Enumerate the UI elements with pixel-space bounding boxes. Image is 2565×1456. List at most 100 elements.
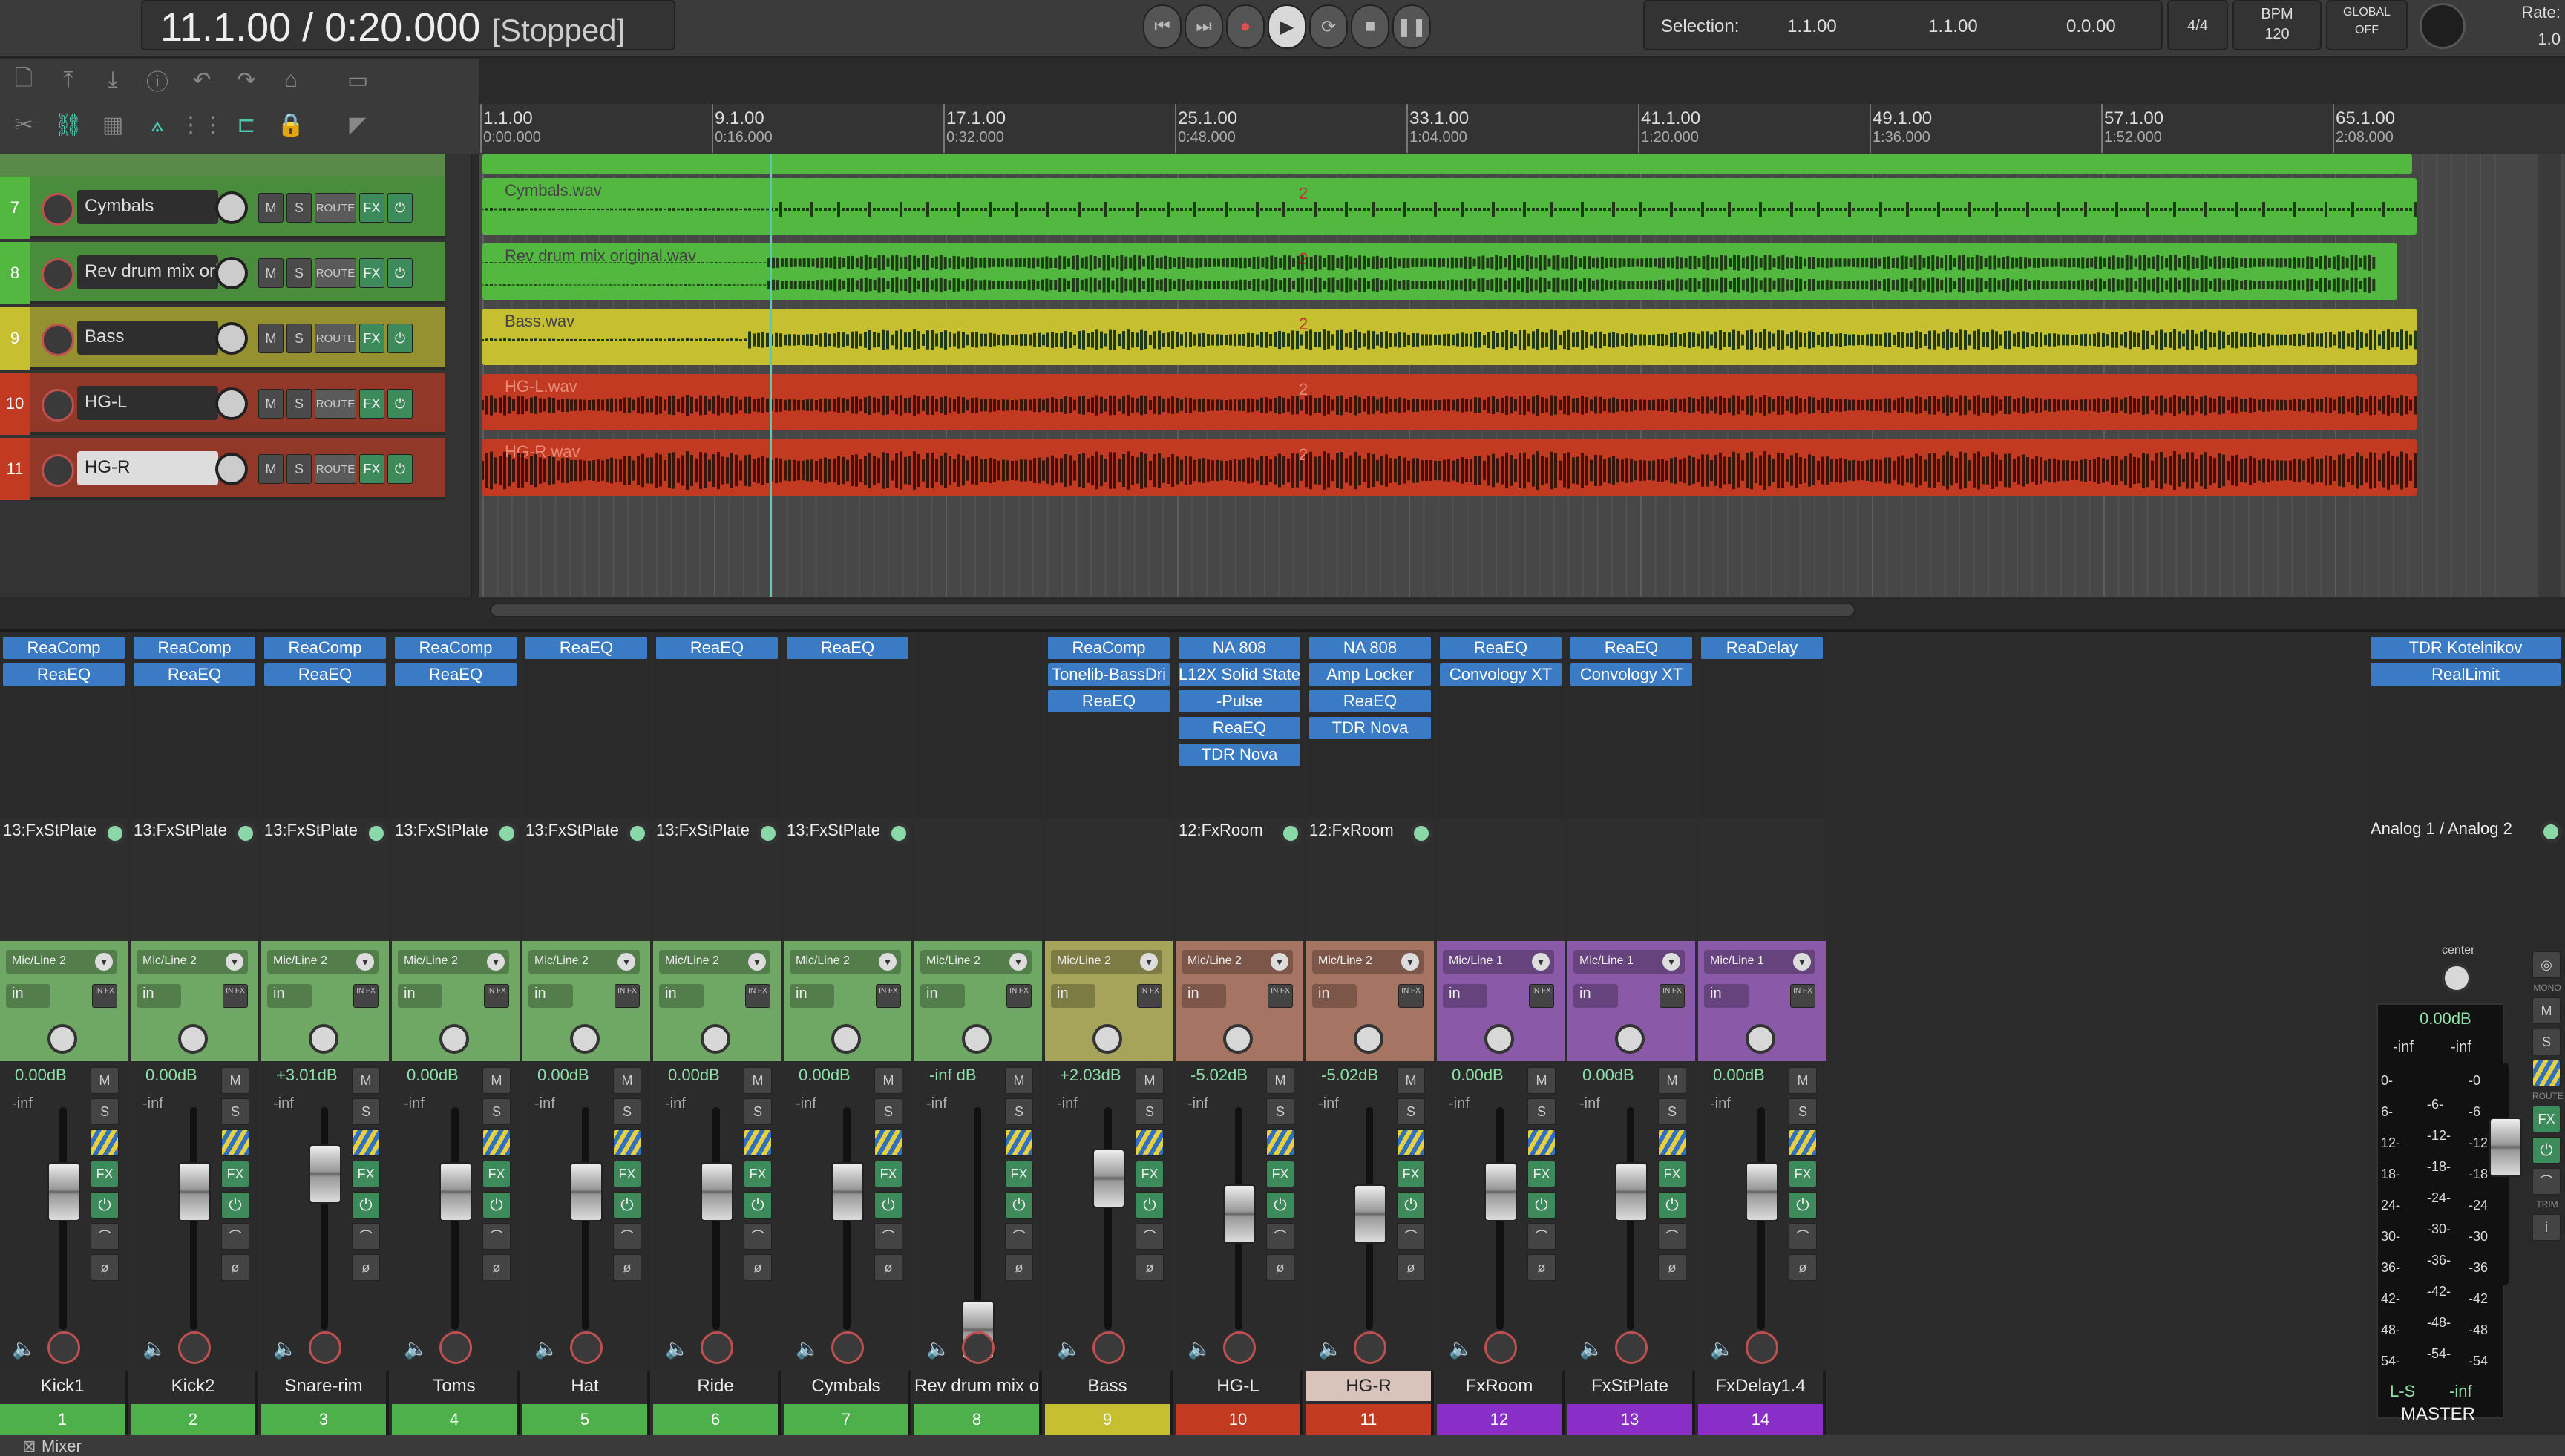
pan-knob[interactable] bbox=[962, 1024, 992, 1054]
solo-button[interactable]: S bbox=[1397, 1098, 1425, 1125]
master-fader[interactable] bbox=[2489, 1118, 2522, 1177]
envelope-icon[interactable]: ⌒ bbox=[1397, 1223, 1425, 1250]
send-level-knob[interactable] bbox=[626, 822, 649, 845]
master-pan-knob[interactable] bbox=[2442, 963, 2471, 993]
master-fx-slot[interactable]: TDR Kotelnikov bbox=[2371, 637, 2561, 659]
mute-button[interactable]: M bbox=[1658, 1067, 1686, 1094]
volume-readout[interactable]: 0.00dB bbox=[1713, 1066, 1765, 1085]
volume-fader[interactable] bbox=[48, 1162, 80, 1221]
record-arm-button[interactable] bbox=[1746, 1331, 1778, 1364]
phase-invert-icon[interactable]: ø bbox=[613, 1254, 641, 1281]
phase-invert-icon[interactable]: ø bbox=[221, 1254, 249, 1281]
volume-fader[interactable] bbox=[309, 1144, 341, 1204]
input-select[interactable]: Mic/Line 1 ▾ bbox=[1704, 950, 1815, 974]
strip-number[interactable]: 3 bbox=[261, 1404, 386, 1435]
speaker-icon[interactable]: 🔈 bbox=[1318, 1337, 1342, 1360]
volume-fader[interactable] bbox=[1615, 1162, 1648, 1221]
route-button[interactable] bbox=[1266, 1129, 1294, 1156]
speaker-icon[interactable]: 🔈 bbox=[534, 1337, 558, 1360]
track-row[interactable]: 8 Rev drum mix ori M S ROUTE FX ⏻ bbox=[0, 242, 445, 304]
route-button[interactable]: ROUTE bbox=[315, 258, 356, 288]
mute-button[interactable]: M bbox=[744, 1067, 772, 1094]
pan-knob[interactable] bbox=[831, 1024, 861, 1054]
fx-slot[interactable]: TDR Nova bbox=[1179, 744, 1300, 766]
volume-readout[interactable]: 0.00dB bbox=[1582, 1066, 1634, 1085]
speaker-icon[interactable]: 🔈 bbox=[1188, 1337, 1211, 1360]
fx-button[interactable]: FX bbox=[359, 193, 384, 223]
fx-bypass-button[interactable]: ⏻ bbox=[482, 1192, 511, 1219]
master-mute-button[interactable]: M bbox=[2532, 997, 2561, 1024]
fx-chain-area[interactable] bbox=[784, 632, 911, 818]
strip-name[interactable]: Rev drum mix o bbox=[914, 1371, 1039, 1401]
pan-knob[interactable] bbox=[1354, 1024, 1383, 1054]
fx-slot[interactable]: ReaEQ bbox=[1570, 637, 1692, 659]
fx-bypass-button[interactable]: ⏻ bbox=[1266, 1192, 1294, 1219]
route-button[interactable] bbox=[482, 1129, 511, 1156]
fx-slot[interactable]: NA 808 bbox=[1309, 637, 1431, 659]
fx-bypass-button[interactable]: ⏻ bbox=[874, 1192, 902, 1219]
item-grouping-icon[interactable]: ⛓ bbox=[52, 108, 85, 141]
master-fx-bypass-button[interactable]: ⏻ bbox=[2532, 1137, 2561, 1164]
pan-knob[interactable] bbox=[48, 1024, 77, 1054]
volume-fader[interactable] bbox=[178, 1162, 211, 1221]
save-project-icon[interactable]: ⤓ bbox=[96, 64, 129, 96]
fx-slot[interactable]: Tonelib-BassDri bbox=[1048, 663, 1170, 686]
mute-button[interactable]: M bbox=[1136, 1067, 1164, 1094]
strip-number[interactable]: 13 bbox=[1568, 1404, 1692, 1435]
record-arm-button[interactable] bbox=[42, 324, 74, 356]
strip-name[interactable]: Snare-rim bbox=[261, 1371, 386, 1401]
volume-readout[interactable]: 0.00dB bbox=[145, 1066, 197, 1085]
solo-button[interactable]: S bbox=[1658, 1098, 1686, 1125]
fx-slot[interactable]: ReaEQ bbox=[395, 663, 517, 686]
route-button[interactable] bbox=[1136, 1129, 1164, 1156]
sends-area[interactable] bbox=[1568, 818, 1695, 941]
envelope-icon[interactable]: ⌒ bbox=[1527, 1223, 1556, 1250]
strip-number[interactable]: 11 bbox=[1306, 1404, 1431, 1435]
fx-slot[interactable]: ReaEQ bbox=[1440, 637, 1562, 659]
track-row[interactable]: 11 HG-R M S ROUTE FX ⏻ bbox=[0, 438, 445, 500]
input-monitor-button[interactable]: in bbox=[6, 984, 50, 1008]
route-button[interactable] bbox=[352, 1129, 380, 1156]
input-fx-button[interactable]: IN FX bbox=[92, 984, 117, 1008]
fx-slot[interactable]: ReaEQ bbox=[525, 637, 647, 659]
media-item[interactable]: Bass.wav 2 bbox=[482, 309, 2417, 365]
fx-bypass-button[interactable]: ⏻ bbox=[387, 454, 413, 484]
master-fx-slot[interactable]: RealLimit bbox=[2371, 663, 2561, 686]
volume-readout[interactable]: -inf dB bbox=[929, 1066, 977, 1085]
record-arm-button[interactable] bbox=[42, 258, 74, 291]
fx-button[interactable]: FX bbox=[1658, 1161, 1686, 1187]
volume-readout[interactable]: 0.00dB bbox=[15, 1066, 67, 1085]
fx-chain-area[interactable] bbox=[1698, 632, 1826, 818]
fx-chain-area[interactable] bbox=[261, 632, 389, 818]
input-fx-button[interactable]: IN FX bbox=[484, 984, 509, 1008]
lock-icon[interactable]: 🔒 bbox=[275, 108, 307, 141]
fx-slot[interactable]: ReaComp bbox=[3, 637, 125, 659]
master-mono-icon[interactable]: ◎ bbox=[2532, 951, 2561, 978]
ripple-edit-icon[interactable]: ✂ bbox=[7, 108, 40, 141]
strip-number[interactable]: 5 bbox=[522, 1404, 647, 1435]
send-level-knob[interactable] bbox=[496, 822, 518, 845]
pan-knob[interactable] bbox=[1615, 1024, 1645, 1054]
master-output-knob[interactable] bbox=[2540, 821, 2562, 843]
pause-button[interactable]: ❚❚ bbox=[1392, 4, 1431, 49]
track-volume-knob[interactable] bbox=[215, 387, 248, 420]
route-button[interactable] bbox=[1005, 1129, 1033, 1156]
pan-knob[interactable] bbox=[439, 1024, 469, 1054]
speaker-icon[interactable]: 🔈 bbox=[12, 1337, 36, 1360]
envelope-icon[interactable]: ⌒ bbox=[482, 1223, 511, 1250]
trim-behind-icon[interactable]: ◤ bbox=[341, 108, 374, 141]
volume-readout[interactable]: 0.00dB bbox=[407, 1066, 459, 1085]
pan-knob[interactable] bbox=[1746, 1024, 1775, 1054]
undo-icon[interactable]: ↶ bbox=[186, 64, 218, 96]
track-volume-knob[interactable] bbox=[215, 257, 248, 289]
solo-button[interactable]: S bbox=[286, 324, 312, 353]
master-volume[interactable]: 0.00dB bbox=[2420, 1009, 2471, 1029]
envelope-icon[interactable]: ⌒ bbox=[1266, 1223, 1294, 1250]
input-select[interactable]: Mic/Line 2 ▾ bbox=[659, 950, 770, 974]
track-volume-knob[interactable] bbox=[215, 191, 248, 224]
speaker-icon[interactable]: 🔈 bbox=[1710, 1337, 1734, 1360]
track-name[interactable]: Cymbals bbox=[77, 190, 218, 224]
mute-button[interactable]: M bbox=[1266, 1067, 1294, 1094]
phase-invert-icon[interactable]: ø bbox=[874, 1254, 902, 1281]
solo-button[interactable]: S bbox=[613, 1098, 641, 1125]
